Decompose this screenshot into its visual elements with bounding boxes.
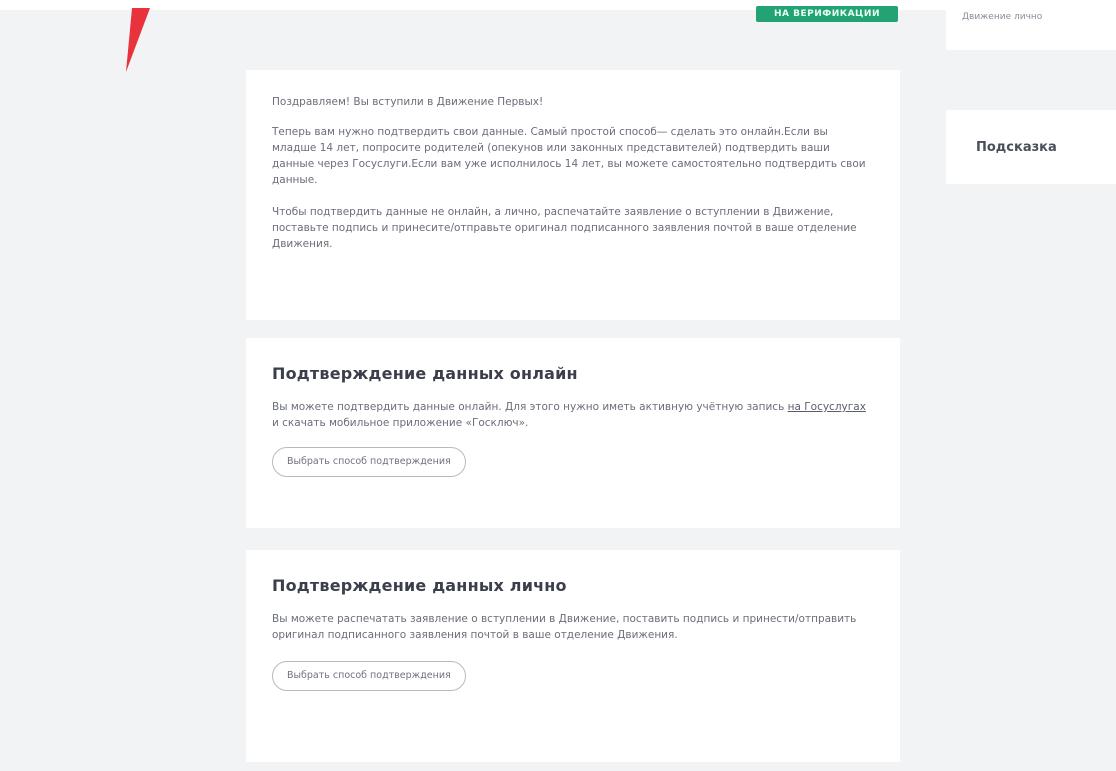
online-text-part-a: Вы можете подтвердить данные онлайн. Для… (272, 401, 788, 413)
status-badge: НА ВЕРИФИКАЦИИ (756, 6, 898, 22)
verify-instructions-text: Теперь вам нужно подтвердить свои данные… (272, 126, 866, 186)
in-person-verification-text: Вы можете распечатать заявление о вступл… (272, 613, 857, 641)
online-verification-title: Подтверждение данных онлайн (272, 364, 578, 383)
hint-panel[interactable]: Подсказка (946, 110, 1116, 184)
online-verification-card: Подтверждение данных онлайн Вы можете по… (246, 338, 900, 528)
gosuslugi-link[interactable]: на Госуслугах (788, 401, 866, 413)
in-person-verification-card: Подтверждение данных лично Вы можете рас… (246, 550, 900, 762)
intro-card: Поздравляем! Вы вступили в Движение Перв… (246, 70, 900, 320)
online-text-part-b: и скачать мобильное приложение «Госключ»… (272, 417, 529, 429)
offline-instructions-text: Чтобы подтвердить данные не онлайн, а ли… (272, 206, 857, 250)
in-person-choose-method-button[interactable]: Выбрать способ подтверждения (272, 661, 466, 691)
side-panel-top-label: Движение лично (962, 12, 1043, 22)
side-panel-top: Движение лично (946, 0, 1116, 50)
online-choose-method-button[interactable]: Выбрать способ подтверждения (272, 447, 466, 477)
in-person-verification-title: Подтверждение данных лично (272, 576, 567, 595)
congrats-text: Поздравляем! Вы вступили в Движение Перв… (272, 96, 544, 108)
online-verification-text: Вы можете подтвердить данные онлайн. Для… (272, 399, 874, 431)
flag-logo-icon (126, 8, 150, 72)
hint-title: Подсказка (976, 140, 1057, 155)
